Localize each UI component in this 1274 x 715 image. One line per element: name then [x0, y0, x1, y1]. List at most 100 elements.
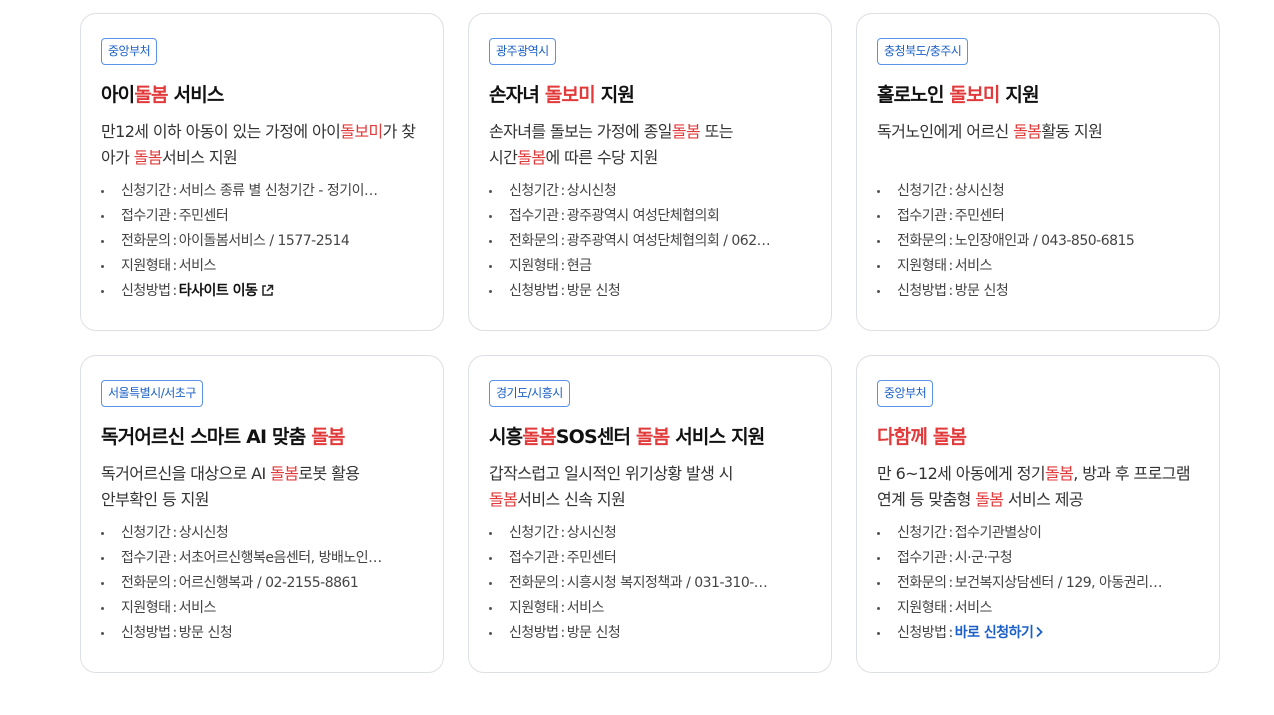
info-separator: : — [948, 525, 954, 541]
text-segment: 독거노인에게 어르신 — [877, 122, 1014, 141]
support-type-row: 지원형태: 현금 — [489, 254, 809, 279]
text-segment: 서비스 지원 — [669, 426, 765, 448]
service-card[interactable]: 광주광역시 손자녀 돌보미 지원 손자녀를 돌보는 가정에 종일돌봄 또는 시간돌봄에… — [468, 13, 832, 331]
text-segment: 손자녀를 돌보는 가정에 종일 — [489, 122, 673, 141]
info-label: 신청기간 — [509, 183, 559, 199]
info-value: 서비스 — [178, 258, 217, 274]
method-row: 신청방법: 방문 신청 — [877, 279, 1197, 304]
service-card[interactable]: 서울특별시/서초구 독거어르신 스마트 AI 맞춤 돌봄 독거어르신을 대상으로 A… — [80, 355, 444, 673]
region-badge: 광주광역시 — [489, 38, 556, 65]
text-segment: 서비스 — [167, 84, 225, 106]
text-segment: 만 6~12세 아동에게 정기 — [877, 464, 1046, 483]
highlight-keyword: 돌보미 — [340, 122, 383, 141]
office-row: 접수기관: 주민센터 — [489, 546, 809, 571]
info-label: 신청방법 — [897, 283, 947, 299]
card-title[interactable]: 아이돌봄 서비스 — [101, 81, 423, 109]
info-value: 방문 신청 — [566, 283, 621, 299]
info-label: 접수기관 — [509, 550, 559, 566]
region-badge: 서울특별시/서초구 — [101, 380, 203, 407]
info-value: 상시신청 — [566, 525, 617, 541]
info-separator: : — [172, 625, 178, 641]
external-site-link[interactable]: 타사이트 이동 — [179, 283, 275, 299]
info-separator: : — [948, 233, 954, 249]
text-segment: 독거어르신 스마트 AI 맞춤 — [101, 426, 312, 448]
text-segment: 또는 — [700, 122, 734, 141]
card-description: 만 6~12세 아동에게 정기돌봄, 방과 후 프로그램 연계 등 맞춤형 돌봄 … — [877, 461, 1199, 513]
phone-row: 전화문의: 광주광역시 여성단체협의회 / 062… — [489, 229, 809, 254]
phone-row: 전화문의: 노인장애인과 / 043-850-6815 — [877, 229, 1197, 254]
region-badge: 중앙부처 — [877, 380, 934, 407]
info-separator: : — [948, 258, 954, 274]
info-list: 신청기간: 서비스 종류 별 신청기간 - 정기이… 접수기관: 주민센터 전화문의: 아… — [101, 179, 423, 306]
info-separator: : — [172, 600, 178, 616]
highlight-keyword: 돌봄 — [522, 426, 556, 448]
method-row: 신청방법: 타사이트 이동 — [101, 279, 421, 306]
info-value: 아이돌봄서비스 / 1577-2514 — [178, 233, 350, 249]
info-separator: : — [948, 183, 954, 199]
service-card[interactable]: 중앙부처 아이돌봄 서비스 만12세 이하 아동이 있는 가정에 아이돌보미가 찾아… — [80, 13, 444, 331]
info-list: 신청기간: 상시신청 접수기관: 광주광역시 여성단체협의회 전화문의: 광주광역시 여성… — [489, 179, 811, 304]
support-type-row: 지원형태: 서비스 — [101, 254, 421, 279]
info-value: 시·군·구청 — [954, 550, 1013, 566]
info-value: 주민센터 — [178, 208, 229, 224]
method-row: 신청방법: 바로 신청하기 — [877, 621, 1197, 647]
info-separator: : — [560, 258, 566, 274]
info-value: 시흥시청 복지정책과 / 031-310-… — [566, 575, 768, 591]
highlight-keyword: 돌봄 — [270, 464, 299, 483]
info-separator: : — [560, 525, 566, 541]
office-row: 접수기관: 광주광역시 여성단체협의회 — [489, 204, 809, 229]
highlight-keyword: 돌봄 — [1013, 122, 1042, 141]
info-value: 노인장애인과 / 043-850-6815 — [954, 233, 1135, 249]
info-value: 광주광역시 여성단체협의회 / 062… — [566, 233, 771, 249]
info-label: 전화문의 — [121, 575, 171, 591]
info-label: 전화문의 — [121, 233, 171, 249]
info-separator: : — [948, 625, 954, 641]
info-label: 전화문의 — [897, 575, 947, 591]
method-row: 신청방법: 방문 신청 — [489, 279, 809, 304]
service-card-grid: 중앙부처 아이돌봄 서비스 만12세 이하 아동이 있는 가정에 아이돌보미가 찾아… — [80, 13, 1220, 673]
phone-row: 전화문의: 어르신행복과 / 02-2155-8861 — [101, 571, 421, 596]
highlight-keyword: 돌봄 — [517, 148, 546, 167]
text-segment: 아이 — [101, 84, 135, 106]
info-separator: : — [948, 550, 954, 566]
info-label: 지원형태 — [897, 600, 947, 616]
text-segment: SOS센터 — [555, 426, 637, 448]
text-segment: 지원 — [999, 84, 1039, 106]
text-segment: 홀로노인 — [877, 84, 950, 106]
card-title[interactable]: 독거어르신 스마트 AI 맞춤 돌봄 — [101, 423, 423, 451]
info-label: 신청기간 — [121, 183, 171, 199]
card-title[interactable]: 다함께 돌봄 — [877, 423, 1199, 451]
service-card[interactable]: 중앙부처다함께 돌봄만 6~12세 아동에게 정기돌봄, 방과 후 프로그램 연계… — [856, 355, 1220, 673]
info-value: 방문 신청 — [178, 625, 233, 641]
info-list: 신청기간: 상시신청 접수기관: 주민센터 전화문의: 노인장애인과 / 043-850-… — [877, 179, 1199, 304]
info-separator: : — [560, 233, 566, 249]
highlight-keyword: 돌봄 — [489, 490, 518, 509]
info-value: 접수기관별상이 — [954, 525, 1042, 541]
phone-row: 전화문의: 아이돌봄서비스 / 1577-2514 — [101, 229, 421, 254]
highlight-keyword: 돌보미 — [544, 84, 596, 106]
info-label: 신청방법 — [121, 283, 171, 299]
apply-now-link[interactable]: 바로 신청하기 — [955, 625, 1044, 641]
region-badge: 충청북도/충주시 — [877, 38, 969, 65]
info-separator: : — [560, 550, 566, 566]
info-value: 광주광역시 여성단체협의회 — [566, 208, 720, 224]
info-separator: : — [948, 600, 954, 616]
info-label: 접수기관 — [897, 208, 947, 224]
info-value: 상시신청 — [954, 183, 1005, 199]
info-value: 서초어르신행복e음센터, 방배노인… — [178, 550, 382, 566]
service-card[interactable]: 경기도/시흥시 시흥돌봄SOS센터 돌봄 서비스 지원 갑작스럽고 일시적인 위기상… — [468, 355, 832, 673]
card-description: 만12세 이하 아동이 있는 가정에 아이돌보미가 찾아가 돌봄서비스 지원 — [101, 119, 423, 171]
card-description: 독거어르신을 대상으로 AI 돌봄로봇 활용 안부확인 등 지원 — [101, 461, 423, 513]
card-title[interactable]: 손자녀 돌보미 지원 — [489, 81, 811, 109]
info-label: 접수기관 — [897, 550, 947, 566]
card-title[interactable]: 시흥돌봄SOS센터 돌봄 서비스 지원 — [489, 423, 811, 451]
highlight-keyword: 돌봄 — [1044, 464, 1074, 483]
highlight-keyword: 다함께 돌봄 — [877, 426, 967, 448]
service-card[interactable]: 충청북도/충주시 홀로노인 돌보미 지원 독거노인에게 어르신 돌봄활동 지원 신청기… — [856, 13, 1220, 331]
info-separator: : — [172, 208, 178, 224]
text-segment: 지원 — [594, 84, 635, 106]
card-title[interactable]: 홀로노인 돌보미 지원 — [877, 81, 1199, 109]
office-row: 접수기관: 주민센터 — [877, 204, 1197, 229]
info-label: 지원형태 — [509, 600, 559, 616]
info-label: 접수기관 — [121, 550, 171, 566]
